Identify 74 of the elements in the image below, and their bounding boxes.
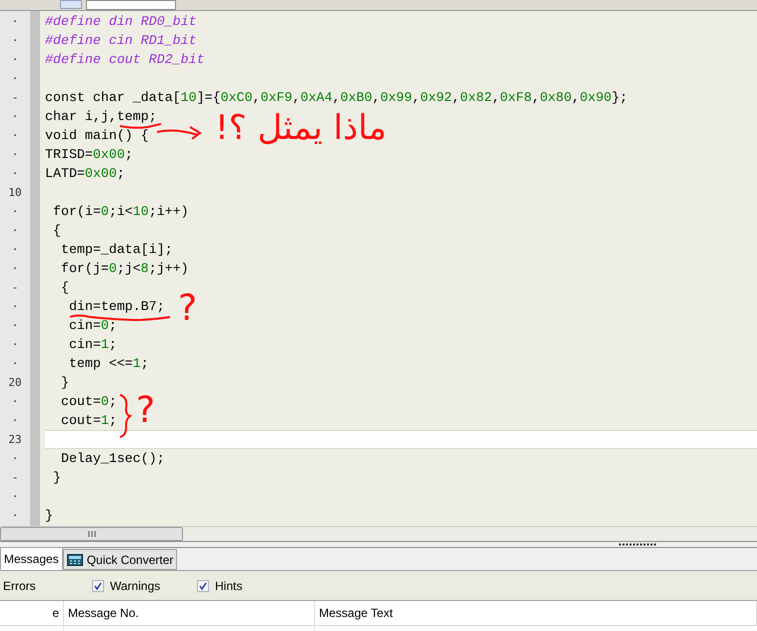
handwritten-note: ?	[178, 291, 198, 327]
code-line: din=temp.B7;	[68, 300, 165, 314]
line-number: ·	[10, 128, 20, 144]
code-line: }	[60, 376, 69, 390]
calculator-icon	[66, 554, 83, 566]
editor-tab[interactable]	[86, 0, 176, 10]
checkbox-label: Hints	[215, 578, 242, 594]
code-line: LATD=0x00;	[45, 166, 125, 180]
code-line: for(i=0;i<10;i++)	[52, 204, 189, 218]
checkbox-label: Warnings	[110, 578, 160, 594]
line-number: -	[10, 280, 20, 296]
code-line: char i,j,temp;	[45, 110, 157, 124]
line-number: ·	[10, 356, 20, 372]
code-line: }	[52, 470, 61, 484]
line-number: ·	[10, 451, 20, 467]
line-number: ·	[10, 166, 20, 182]
line-number: ·	[10, 147, 20, 163]
checkbox[interactable]	[92, 580, 104, 592]
line-number: ·	[10, 489, 20, 505]
line-number: ·	[10, 242, 20, 258]
line-number: ·	[10, 394, 20, 410]
checkbox[interactable]	[197, 580, 209, 592]
column-header[interactable]: e	[0, 601, 64, 625]
line-number: ·	[10, 14, 20, 30]
column-header[interactable]: Message No.	[64, 601, 315, 625]
code-line: TRISD=0x00;	[45, 148, 133, 162]
code-line: #define cin RD1_bit	[45, 34, 197, 48]
line-number: 10	[7, 185, 23, 201]
scrollbar-thumb[interactable]	[0, 527, 183, 541]
code-line: {	[52, 224, 61, 238]
check-icon	[94, 582, 102, 590]
line-number: ·	[10, 71, 20, 87]
line-number: ·	[10, 337, 20, 353]
panel-tab[interactable]: Messages	[0, 547, 63, 570]
brace-drawing	[120, 394, 131, 438]
line-number: -	[10, 470, 20, 486]
code-line: {	[60, 280, 69, 294]
code-line: temp <<=1;	[68, 356, 149, 370]
line-number: ·	[10, 261, 20, 277]
code-line: cin=1;	[68, 338, 117, 352]
code-line: }	[45, 508, 53, 522]
line-number: 20	[7, 375, 23, 391]
code-line: temp=_data[i];	[60, 242, 173, 256]
line-number: ·	[10, 109, 20, 125]
checkbox-label: Errors	[3, 578, 36, 594]
underline-scribble	[120, 123, 162, 129]
code-line: #define din RD0_bit	[45, 14, 197, 28]
handwritten-note: ?	[136, 393, 156, 429]
code-line: const char _data[10]={0xC0,0xF9,0xA4,0xB0,0x99,0x92,0x82,0xF8,0x80,0x90};	[45, 90, 628, 104]
splitter-grip-icon[interactable]	[619, 543, 657, 546]
check-icon	[199, 582, 207, 590]
code-line: #define cout RD2_bit	[45, 52, 205, 66]
line-number: ·	[10, 413, 20, 429]
line-number: ·	[10, 508, 20, 524]
code-line: for(j=0;j<8;j++)	[60, 262, 189, 276]
code-line: cout=1;	[60, 414, 117, 428]
line-number: ·	[10, 52, 20, 68]
code-line: cin=0;	[68, 318, 117, 332]
line-number: -	[10, 90, 20, 106]
code-line: void main() {	[45, 128, 149, 142]
line-number: ·	[10, 33, 20, 49]
column-header[interactable]: Message Text	[315, 601, 757, 625]
arrow-drawing	[156, 126, 202, 140]
line-number: ·	[10, 318, 20, 334]
code-line: Delay_1sec();	[60, 452, 165, 466]
line-number: ·	[10, 204, 20, 220]
editor-tab[interactable]	[60, 0, 82, 9]
grip-icon	[88, 531, 96, 537]
line-number: 23	[7, 432, 23, 448]
panel-tab[interactable]: Quick Converter	[62, 549, 178, 570]
code-line: cout=0;	[60, 394, 117, 408]
line-number: ·	[10, 299, 20, 315]
line-number: ·	[10, 223, 20, 239]
handwritten-note: ماذا يمثل ؟!	[215, 111, 387, 145]
